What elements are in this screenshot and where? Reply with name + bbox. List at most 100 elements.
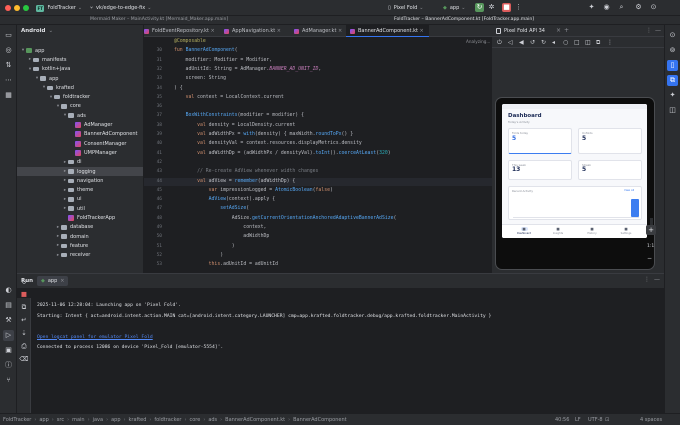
breadcrumb-item[interactable]: main xyxy=(72,417,85,423)
breadcrumb-item[interactable]: core xyxy=(189,417,200,423)
tree-folder-item[interactable]: ▸ database xyxy=(17,223,143,232)
commit-icon[interactable]: ◎ xyxy=(3,45,14,56)
notifications-icon[interactable]: ⊙ xyxy=(649,3,658,12)
close-icon[interactable]: × xyxy=(60,278,64,284)
stop-icon[interactable]: ■ xyxy=(502,3,511,12)
tree-folder-item[interactable]: ▸ feature xyxy=(17,241,143,250)
breadcrumb-item[interactable]: FoldTracker xyxy=(3,417,31,423)
bottom-nav-item[interactable]: ■ Settings xyxy=(612,227,640,235)
code-line[interactable]: val adView = remember(adWidthDp) { xyxy=(174,179,295,184)
more-actions-icon[interactable]: ⋮ xyxy=(514,3,523,12)
activity-chart-card[interactable]: Recent Activity View All xyxy=(508,186,642,220)
tree-folder-item[interactable]: ▸ navigation xyxy=(17,176,143,185)
more-options-icon[interactable]: ⋮ xyxy=(646,27,652,34)
tree-folder-item[interactable]: ▸ util xyxy=(17,204,143,213)
close-tab-icon[interactable]: × xyxy=(418,28,424,34)
app-quality-icon[interactable]: ◐ xyxy=(3,285,14,296)
rerun-icon[interactable]: ↻ xyxy=(475,3,484,12)
build-icon[interactable]: ⚒ xyxy=(3,315,14,326)
fold-icon[interactable]: ⧉ xyxy=(596,39,600,47)
close-window-button[interactable] xyxy=(5,5,11,11)
tree-folder-item[interactable]: ▾ core xyxy=(17,102,143,111)
zoom-ratio[interactable]: 1:1 xyxy=(647,244,654,249)
breadcrumb-item[interactable]: ads xyxy=(208,417,217,423)
code-line[interactable]: this.adUnitId = adUnitId xyxy=(174,262,278,267)
tree-folder-item[interactable]: ▾ foldtracker xyxy=(17,93,143,102)
profile-icon[interactable]: ◉ xyxy=(602,3,611,12)
code-line[interactable]: val adWidthDp = (adWidthPx / densityVal)… xyxy=(174,151,391,156)
view-all-link[interactable]: View All xyxy=(624,189,634,192)
stop-icon[interactable]: ■ xyxy=(19,289,29,299)
tree-file-item[interactable]: ConsentManager xyxy=(17,139,143,148)
tree-file-item[interactable]: BannerAdComponent xyxy=(17,130,143,139)
overview-icon[interactable]: □ xyxy=(574,39,580,46)
breadcrumb-item[interactable]: app xyxy=(111,417,120,423)
tree-folder-item[interactable]: ▸ receiver xyxy=(17,251,143,260)
code-line[interactable]: // Re-create AdView whenever width chang… xyxy=(174,169,318,174)
device-explorer-icon[interactable]: ◫ xyxy=(667,105,678,116)
close-icon[interactable]: × xyxy=(556,27,561,34)
window-tab-mermaid[interactable]: Mermaid Maker – MainActivity.kt [Mermaid… xyxy=(90,17,228,22)
code-area[interactable]: @Composable 30 fun BannerAdComponent(31 mo… xyxy=(144,37,492,273)
device-screen[interactable]: Dashboard Today's Activity Folds today 5… xyxy=(502,104,647,238)
home-icon[interactable]: ○ xyxy=(563,39,568,46)
code-line[interactable]: context, xyxy=(174,225,266,230)
tree-folder-item[interactable]: ▸ domain xyxy=(17,232,143,241)
window-tab-foldtracker[interactable]: FoldTracker – BannerAdComponent.kt [Fold… xyxy=(394,17,534,22)
code-line[interactable]: val adWidthPx = with(density) { maxWidth… xyxy=(174,132,353,137)
resource-manager-icon[interactable]: ▦ xyxy=(3,90,14,101)
editor-tab[interactable]: AppNavigation.kt × xyxy=(220,25,286,37)
project-switcher[interactable]: FT FoldTracker ⌄ xyxy=(33,3,85,13)
ai-assistant-icon[interactable]: ✦ xyxy=(587,3,596,12)
gemini-icon[interactable]: ✦ xyxy=(667,90,678,101)
add-device-icon[interactable]: + xyxy=(564,27,569,34)
bottom-nav-item[interactable]: ■ Insights xyxy=(544,227,572,235)
rerun-icon[interactable]: ↻ xyxy=(19,277,29,287)
code-line[interactable]: setAdSize( xyxy=(174,206,249,211)
zoom-in-icon[interactable]: + xyxy=(646,225,656,235)
streak-card[interactable]: Streak 5 xyxy=(578,160,642,180)
zoom-window-button[interactable] xyxy=(23,5,29,11)
editor-tab[interactable]: FoldEventRepository.kt × xyxy=(144,25,220,37)
branch-switcher[interactable]: ⑂ vk/edge-to-edge-fix ⌄ xyxy=(87,3,154,13)
file-encoding[interactable]: UTF-8 xyxy=(588,417,603,423)
code-line[interactable]: @Composable xyxy=(174,39,206,44)
volume-up-icon[interactable]: ◁ xyxy=(508,39,513,46)
pull-requests-icon[interactable]: ⇅ xyxy=(3,60,14,71)
run-tool-icon[interactable]: ▷ xyxy=(3,330,14,341)
running-devices-icon[interactable]: ⧉ xyxy=(667,75,678,86)
volume-down-icon[interactable]: ◀ xyxy=(519,39,524,46)
code-line[interactable]: screen: String xyxy=(174,76,226,81)
bottom-nav-item[interactable]: ■ Dashboard xyxy=(510,227,538,235)
minimize-icon[interactable]: — xyxy=(654,276,660,283)
problems-icon[interactable]: ⓘ xyxy=(3,360,14,371)
tree-folder-item[interactable]: ▸ di xyxy=(17,158,143,167)
code-line[interactable]: adUnitId: String = AdManager.BANNER_AD_U… xyxy=(174,67,322,72)
minimize-window-button[interactable] xyxy=(14,5,20,11)
close-tab-icon[interactable]: × xyxy=(275,28,281,34)
editor-tab[interactable]: BannerAdComponent.kt × xyxy=(346,25,429,37)
code-line[interactable]: AdSize.getCurrentOrientationAnchoredAdap… xyxy=(174,216,397,221)
caret-position[interactable]: 40:56 xyxy=(555,417,569,423)
bottom-nav-item[interactable]: ■ History xyxy=(578,227,606,235)
device-manager-icon[interactable]: ▯ xyxy=(667,60,678,71)
power-icon[interactable]: ⏻ xyxy=(497,39,502,47)
close-tab-icon[interactable]: × xyxy=(336,28,342,34)
gradle-icon[interactable]: ⊚ xyxy=(667,45,678,56)
code-line[interactable]: BoxWithConstraints(modifier = modifier) … xyxy=(174,113,304,118)
tree-folder-item[interactable]: ▾ ads xyxy=(17,111,143,120)
debug-icon[interactable]: ✲ xyxy=(487,3,496,12)
tree-file-item[interactable]: FoldTrackerApp xyxy=(17,213,143,222)
breadcrumb-item[interactable]: BannerAdComponent.kt xyxy=(225,417,285,423)
folds-card[interactable]: Folds today 5 xyxy=(508,128,572,154)
screenshot-icon[interactable]: ◫ xyxy=(585,39,591,46)
code-line[interactable]: fun BannerAdComponent( xyxy=(174,48,238,53)
code-line[interactable]: modifier: Modifier = Modifier, xyxy=(174,58,273,63)
indent-setting[interactable]: 4 spaces xyxy=(640,417,662,423)
tree-folder-item[interactable]: ▸ ui xyxy=(17,195,143,204)
logcat-link[interactable]: Open logcat panel for emulator Pixel Fol… xyxy=(37,335,153,340)
structure-icon[interactable]: ⋯ xyxy=(3,75,14,86)
more-icon[interactable]: ⋮ xyxy=(607,39,613,46)
search-icon[interactable]: ⌕ xyxy=(617,3,626,12)
device-selector[interactable]: ▯ Pixel Fold ⌄ xyxy=(385,3,426,13)
